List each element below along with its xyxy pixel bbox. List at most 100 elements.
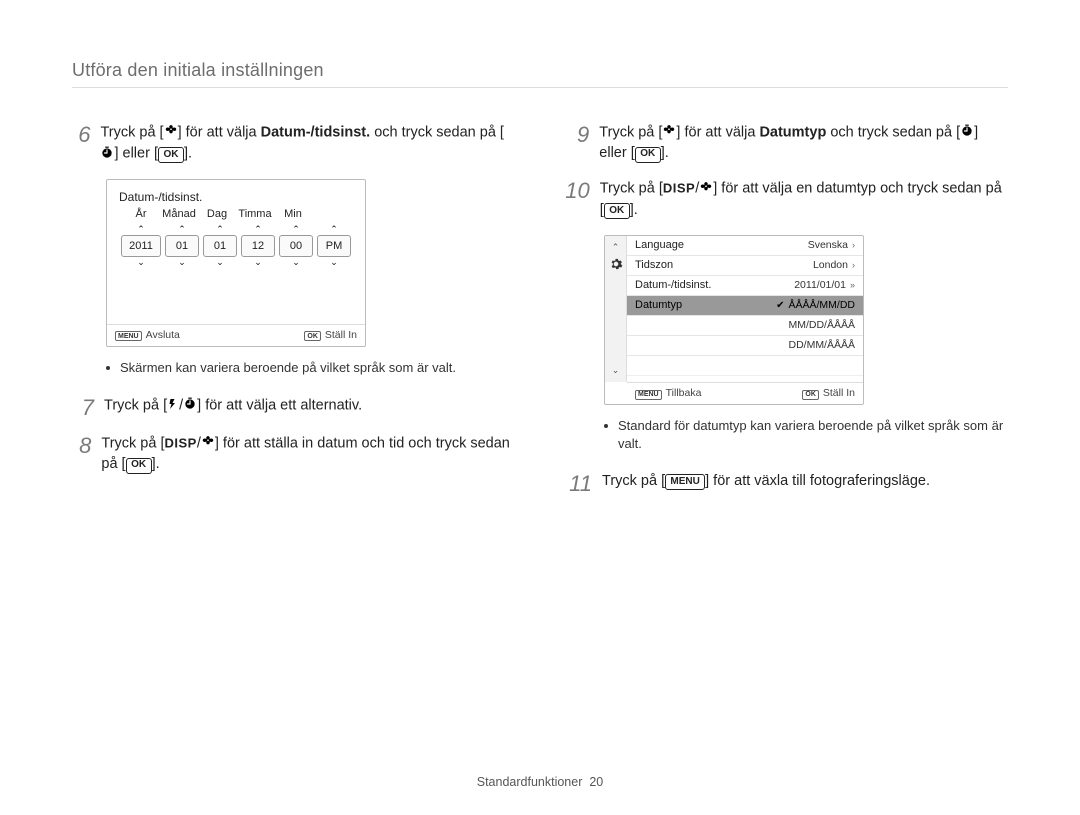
chevron-right-icon: » bbox=[850, 280, 855, 290]
txt: Tryck på [ bbox=[104, 397, 167, 413]
chevron-right-icon: › bbox=[852, 240, 855, 250]
chevron-up-icon: ⌃ bbox=[137, 225, 145, 234]
step-number: 9 bbox=[564, 122, 589, 164]
txt: ] för att välja ett alternativ. bbox=[197, 397, 362, 413]
foot-right: OKStäll In bbox=[802, 387, 855, 400]
lbl: Tidszon bbox=[635, 259, 673, 271]
flash-icon bbox=[167, 395, 179, 416]
ok-icon: OK bbox=[304, 331, 321, 341]
spin-day: ⌃01⌄ bbox=[203, 224, 237, 268]
step-body: Tryck på [] för att välja Datum-/tidsins… bbox=[100, 122, 516, 165]
txt: Tryck på [ bbox=[602, 473, 665, 489]
row-timezone: Tidszon London› bbox=[627, 256, 863, 276]
lbl: År bbox=[122, 208, 160, 220]
step-7: 7 Tryck på [/] för att välja ett alterna… bbox=[72, 395, 516, 419]
txt: och tryck sedan på [ bbox=[826, 124, 960, 140]
step-body: Tryck på [] för att välja Datumtyp och t… bbox=[599, 122, 1008, 164]
txt: Tryck på [ bbox=[100, 124, 163, 140]
spinner-labels: År Månad Dag Timma Min bbox=[107, 208, 365, 224]
manual-page: Utföra den initiala inställningen 6 Tryc… bbox=[0, 0, 1080, 815]
row-language: LanguageSvenska› bbox=[627, 236, 863, 256]
lbl: Language bbox=[635, 239, 684, 251]
txt: Tryck på [ bbox=[101, 435, 164, 451]
chevron-right-icon: › bbox=[852, 260, 855, 270]
timer-icon bbox=[960, 122, 974, 143]
bullet-icon bbox=[106, 366, 110, 370]
lbl: Dag bbox=[198, 208, 236, 220]
step-body: Tryck på [/] för att välja ett alternati… bbox=[104, 395, 362, 419]
ok-icon: OK bbox=[635, 147, 661, 163]
screen-footer: MENU Tillbaka OKStäll In bbox=[627, 382, 863, 404]
screen-datetime: Datum-/tidsinst. År Månad Dag Timma Min … bbox=[106, 179, 366, 347]
spin-ampm: ⌃PM⌄ bbox=[317, 224, 351, 268]
row-datetype: Datumtyp✔ÅÅÅÅ/MM/DD bbox=[627, 296, 863, 316]
val: DD/MM/ÅÅÅÅ bbox=[788, 339, 855, 351]
chevron-down-icon: ⌄ bbox=[178, 258, 186, 267]
step-body: Tryck på [DISP/] för att ställa in datum… bbox=[101, 433, 516, 475]
val: PM bbox=[317, 235, 351, 257]
chevron-down-icon: ⌄ bbox=[254, 258, 262, 267]
val: 01 bbox=[203, 235, 237, 257]
txt: Ställ In bbox=[823, 387, 855, 399]
check-icon: ✔ bbox=[776, 300, 784, 311]
row-opt2: MM/DD/ÅÅÅÅ bbox=[627, 316, 863, 336]
chevron-down-icon: ⌄ bbox=[330, 258, 338, 267]
chevron-up-icon: ⌃ bbox=[612, 242, 620, 253]
val: London› bbox=[813, 259, 855, 271]
lbl: Månad bbox=[160, 208, 198, 220]
lbl: Min bbox=[274, 208, 312, 220]
flower-icon bbox=[201, 433, 215, 454]
left-column: 6 Tryck på [] för att välja Datum-/tidsi… bbox=[72, 122, 516, 509]
footer-page: 20 bbox=[589, 775, 603, 789]
flower-icon bbox=[662, 122, 676, 143]
chevron-down-icon: ⌄ bbox=[292, 258, 300, 267]
timer-icon bbox=[100, 143, 114, 164]
spin-month: ⌃01⌄ bbox=[165, 224, 199, 268]
txt: ] eller [ bbox=[114, 146, 158, 162]
menu-icon: MENU bbox=[635, 390, 662, 400]
foot-left: MENU Tillbaka bbox=[635, 387, 701, 400]
step-8: 8 Tryck på [DISP/] för att ställa in dat… bbox=[72, 433, 516, 475]
spin-min: ⌃00⌄ bbox=[279, 224, 313, 268]
note-2: Standard för datumtyp kan variera beroen… bbox=[604, 417, 1008, 453]
step-number: 7 bbox=[72, 395, 94, 419]
chevron-down-icon: ⌄ bbox=[216, 258, 224, 267]
note-1: Skärmen kan variera beroende på vilket s… bbox=[106, 359, 516, 377]
txt: Datumtyp bbox=[759, 124, 826, 140]
txt: ]. bbox=[152, 456, 160, 472]
txt: ]. bbox=[630, 202, 638, 218]
step-9: 9 Tryck på [] för att välja Datumtyp och… bbox=[564, 122, 1008, 164]
chevron-up-icon: ⌃ bbox=[216, 225, 224, 234]
footer-label: Standardfunktioner bbox=[477, 775, 583, 789]
menu-icon: MENU bbox=[115, 331, 142, 341]
menu-icon: MENU bbox=[665, 474, 705, 490]
chevron-down-icon: ⌄ bbox=[137, 258, 145, 267]
foot-left: MENUAvsluta bbox=[115, 329, 180, 342]
step-body: Tryck på [MENU] för att växla till fotog… bbox=[602, 471, 930, 495]
txt: ] för att växla till fotograferingsläge. bbox=[705, 473, 930, 489]
ok-icon: OK bbox=[158, 147, 184, 163]
txt: Tillbaka bbox=[666, 387, 702, 399]
txt: ] för att välja bbox=[676, 124, 759, 140]
columns: 6 Tryck på [] för att välja Datum-/tidsi… bbox=[72, 122, 1008, 509]
val: 01 bbox=[165, 235, 199, 257]
lbl: Datum-/tidsinst. bbox=[635, 279, 711, 291]
disp-icon: DISP bbox=[663, 181, 695, 196]
page-title: Utföra den initiala inställningen bbox=[72, 60, 1008, 88]
val: MM/DD/ÅÅÅÅ bbox=[788, 319, 855, 331]
note-text: Standard för datumtyp kan variera beroen… bbox=[618, 417, 1008, 453]
menu-rows: LanguageSvenska› Tidszon London› Datum-/t… bbox=[627, 236, 863, 376]
row-opt3: DD/MM/ÅÅÅÅ bbox=[627, 336, 863, 356]
right-column: 9 Tryck på [] för att välja Datumtyp och… bbox=[564, 122, 1008, 509]
step-number: 6 bbox=[72, 122, 90, 165]
val: 2011 bbox=[121, 235, 161, 257]
step-body: Tryck på [DISP/] för att välja en datumt… bbox=[600, 178, 1008, 220]
step-number: 8 bbox=[72, 433, 91, 475]
note-text: Skärmen kan variera beroende på vilket s… bbox=[120, 359, 456, 377]
flower-icon bbox=[164, 122, 178, 143]
val: 2011/01/01» bbox=[794, 279, 855, 291]
lbl bbox=[312, 208, 350, 220]
val: 12 bbox=[241, 235, 275, 257]
lbl: Timma bbox=[236, 208, 274, 220]
screen-footer: MENUAvsluta OKStäll In bbox=[107, 324, 365, 346]
